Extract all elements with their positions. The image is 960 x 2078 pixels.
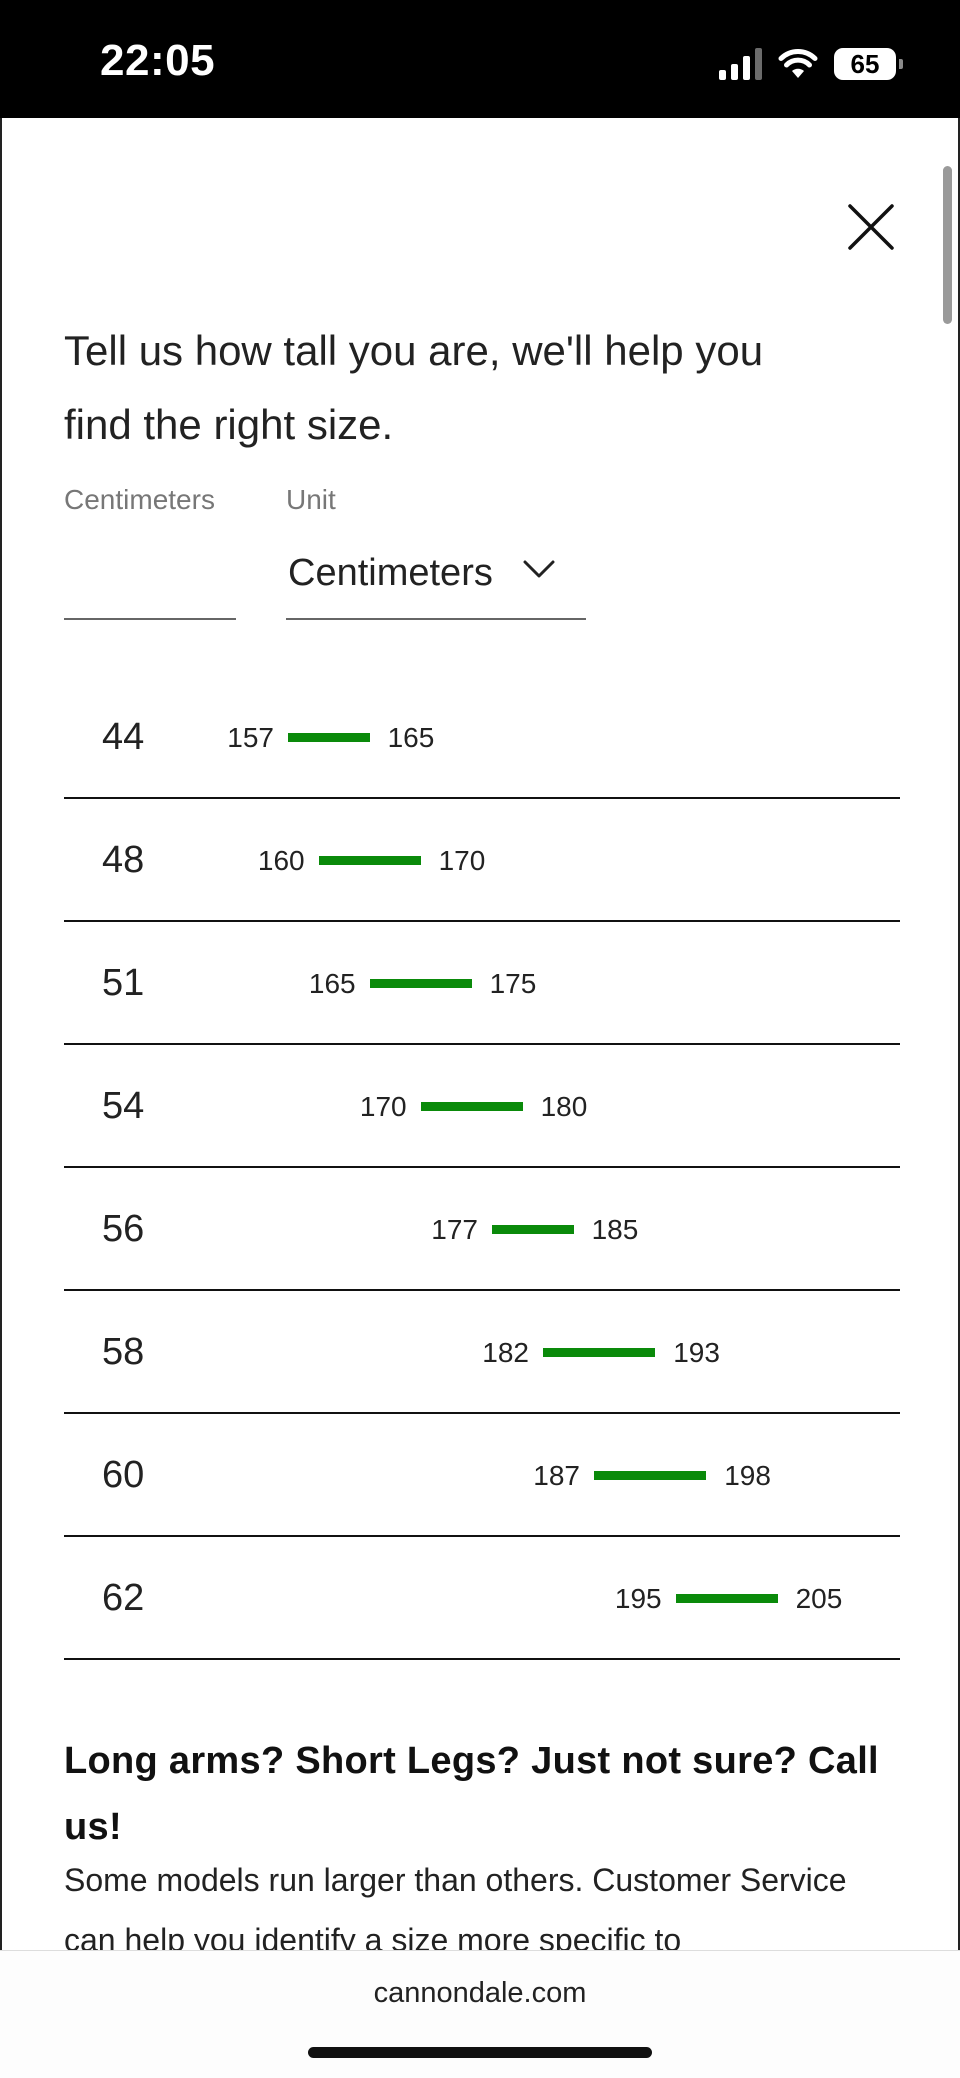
range-max-label: 175: [489, 967, 537, 999]
range-max-label: 165: [387, 721, 435, 753]
frame-size-label: 56: [102, 1208, 145, 1250]
range-max-label: 198: [724, 1459, 771, 1491]
range-min-label: 187: [533, 1459, 580, 1491]
height-range: 170 180: [360, 1045, 587, 1168]
range-max-label: 170: [438, 844, 486, 876]
size-row: 44 157 165: [64, 676, 900, 799]
size-chart: 44 157 165 48 160 170 51 165 175 54 170 180 56 177 185…: [64, 676, 900, 1660]
wifi-icon: [778, 48, 818, 80]
range-max-label: 185: [591, 1213, 639, 1245]
size-row: 54 170 180: [64, 1045, 900, 1168]
size-row: 62 195 205: [64, 1537, 900, 1660]
range-min-label: 160: [257, 844, 305, 876]
frame-size-label: 58: [102, 1331, 145, 1373]
size-row: 58 182 193: [64, 1291, 900, 1414]
height-range: 157 165: [227, 676, 434, 799]
chevron-down-icon: [523, 560, 555, 578]
height-range: 182 193: [482, 1291, 720, 1414]
range-bar: [288, 733, 370, 742]
help-title: Long arms? Short Legs? Just not sure? Ca…: [64, 1740, 879, 1848]
range-min-label: 157: [227, 721, 274, 753]
unit-select[interactable]: Centimeters: [286, 528, 586, 620]
range-bar: [369, 979, 472, 988]
status-bar: 22:05 65: [0, 0, 960, 118]
unit-select-value: Centimeters: [288, 551, 493, 594]
range-min-label: 170: [359, 1090, 407, 1122]
range-max-label: 205: [795, 1582, 843, 1614]
height-input[interactable]: [64, 528, 236, 620]
height-range: 160 170: [258, 799, 485, 922]
frame-size-label: 60: [102, 1454, 145, 1496]
height-range: 165 175: [309, 922, 536, 1045]
battery-icon: 65: [834, 48, 903, 80]
intro-text: Tell us how tall you are, we'll help you…: [64, 327, 764, 448]
range-max-label: 180: [540, 1090, 588, 1122]
range-bar: [675, 1594, 778, 1603]
range-bar: [492, 1225, 574, 1234]
height-range: 187 198: [533, 1414, 771, 1537]
range-max-label: 193: [673, 1336, 720, 1368]
frame-size-label: 54: [102, 1085, 145, 1127]
range-min-label: 195: [614, 1582, 662, 1614]
height-range: 195 205: [615, 1537, 842, 1660]
range-bar: [318, 856, 421, 865]
close-button[interactable]: [842, 198, 900, 256]
scrollbar[interactable]: [943, 166, 952, 324]
browser-bar: cannondale.com: [0, 1950, 960, 2078]
frame-size-label: 51: [102, 962, 145, 1004]
status-time: 22:05: [100, 36, 216, 85]
height-field-label: Centimeters: [64, 484, 215, 515]
range-min-label: 177: [431, 1213, 478, 1245]
size-finder-modal: Tell us how tall you are, we'll help you…: [0, 118, 960, 1950]
frame-size-label: 44: [102, 716, 145, 758]
unit-field-label: Unit: [286, 484, 336, 515]
size-row: 51 165 175: [64, 922, 900, 1045]
range-min-label: 165: [308, 967, 356, 999]
range-bar: [543, 1348, 656, 1357]
status-icons: 65: [719, 44, 903, 84]
frame-size-label: 62: [102, 1577, 145, 1619]
range-bar: [420, 1102, 523, 1111]
size-row: 48 160 170: [64, 799, 900, 922]
range-bar: [594, 1471, 707, 1480]
cellular-signal-icon: [719, 48, 762, 80]
close-icon: [848, 204, 894, 250]
range-min-label: 182: [482, 1336, 529, 1368]
home-indicator[interactable]: [308, 2047, 652, 2058]
frame-size-label: 48: [102, 839, 145, 881]
size-row: 56 177 185: [64, 1168, 900, 1291]
height-range: 177 185: [431, 1168, 638, 1291]
size-row: 60 187 198: [64, 1414, 900, 1537]
help-body: Some models run larger than others. Cust…: [64, 1862, 847, 1950]
url-label[interactable]: cannondale.com: [0, 1977, 960, 2010]
